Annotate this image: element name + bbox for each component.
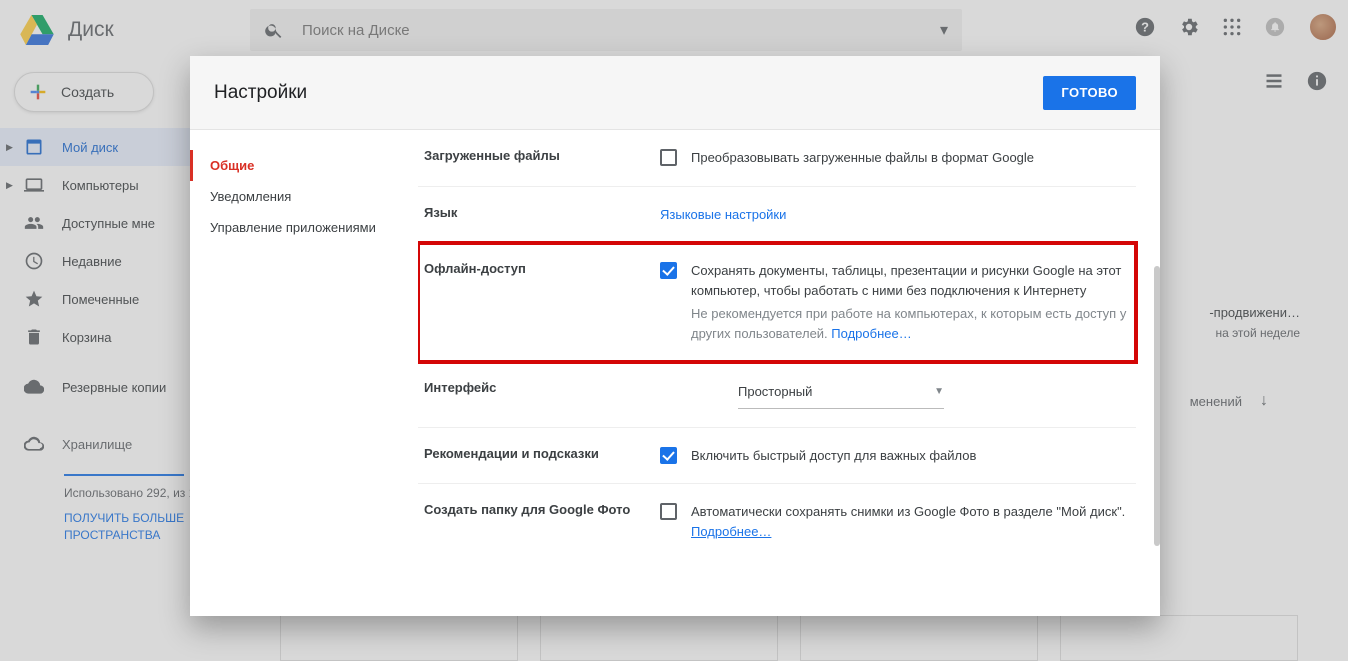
row-label: Рекомендации и подсказки <box>424 446 638 466</box>
dialog-content: Загруженные файлы Преобразовывать загруж… <box>418 130 1160 616</box>
scrollbar[interactable] <box>1154 266 1160 546</box>
learn-more-link[interactable]: Подробнее… <box>831 326 911 341</box>
checkbox-quick-access[interactable] <box>660 447 677 464</box>
row-text: Преобразовывать загруженные файлы в форм… <box>691 148 1034 168</box>
row-label: Язык <box>424 205 638 225</box>
density-select[interactable]: Просторный ▼ <box>738 380 944 409</box>
learn-more-link[interactable]: Подробнее… <box>691 524 771 539</box>
dialog-nav: Общие Уведомления Управление приложениям… <box>190 130 418 616</box>
dialog-nav-notifications[interactable]: Уведомления <box>190 181 418 212</box>
dialog-nav-apps[interactable]: Управление приложениями <box>190 212 418 243</box>
row-offline: Офлайн-доступ Сохранять документы, табли… <box>418 243 1136 362</box>
dialog-header: Настройки ГОТОВО <box>190 56 1160 130</box>
row-text: Сохранять документы, таблицы, презентаци… <box>691 261 1130 300</box>
row-label: Загруженные файлы <box>424 148 638 168</box>
row-label: Интерфейс <box>424 380 638 409</box>
row-suggestions: Рекомендации и подсказки Включить быстры… <box>418 428 1136 485</box>
density-value: Просторный <box>738 382 812 402</box>
language-settings-link[interactable]: Языковые настройки <box>660 205 786 225</box>
row-density: Интерфейс Просторный ▼ <box>418 362 1136 428</box>
row-text: Включить быстрый доступ для важных файло… <box>691 446 976 466</box>
row-label: Офлайн-доступ <box>424 261 638 343</box>
checkbox-convert-uploads[interactable] <box>660 149 677 166</box>
checkbox-offline[interactable] <box>660 262 677 279</box>
row-label: Создать папку для Google Фото <box>424 502 638 541</box>
dialog-nav-general[interactable]: Общие <box>190 150 418 181</box>
chevron-down-icon: ▼ <box>934 384 944 399</box>
row-photos: Создать папку для Google Фото Автоматиче… <box>418 484 1136 559</box>
done-button[interactable]: ГОТОВО <box>1043 76 1136 110</box>
checkbox-photos-folder[interactable] <box>660 503 677 520</box>
row-text: Автоматически сохранять снимки из Google… <box>691 502 1125 522</box>
settings-dialog: Настройки ГОТОВО Общие Уведомления Управ… <box>190 56 1160 616</box>
dialog-title: Настройки <box>214 82 1043 104</box>
row-language: Язык Языковые настройки <box>418 187 1136 244</box>
row-uploads: Загруженные файлы Преобразовывать загруж… <box>418 130 1136 187</box>
